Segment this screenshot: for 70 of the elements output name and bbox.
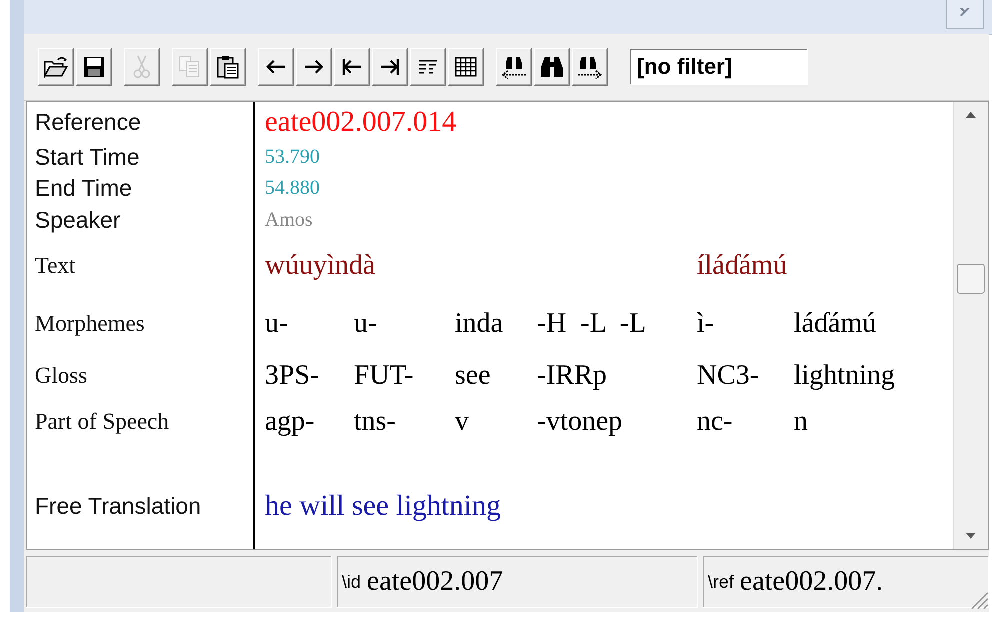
- find-next-button[interactable]: [572, 48, 608, 86]
- gloss: lightning: [794, 360, 896, 392]
- field-label: Reference: [35, 108, 142, 136]
- field-label: Part of Speech: [35, 409, 170, 435]
- part-of-speech: nc-: [697, 406, 733, 438]
- scroll-thumb[interactable]: [957, 264, 985, 294]
- prev-button[interactable]: [258, 48, 294, 86]
- find-prev-button[interactable]: [496, 48, 532, 86]
- clipboard-icon: [216, 55, 240, 79]
- vertical-scrollbar[interactable]: [953, 102, 988, 549]
- columns-icon: [455, 57, 477, 77]
- free-translation: he will see lightning: [265, 490, 501, 522]
- morpheme: u-: [265, 308, 288, 340]
- folder-icon: [44, 56, 68, 78]
- paste-button[interactable]: [210, 48, 246, 86]
- scissors-icon: [133, 55, 151, 79]
- field-label: Gloss: [35, 363, 88, 389]
- copy-icon: [179, 56, 201, 78]
- status-value: eate002.007.: [740, 566, 884, 598]
- last-button[interactable]: [372, 48, 408, 86]
- save-button[interactable]: [76, 48, 112, 86]
- status-marker: \id: [342, 572, 362, 592]
- field-value: Amos: [265, 209, 313, 232]
- find-button[interactable]: [534, 48, 570, 86]
- gloss: FUT-: [354, 360, 414, 392]
- part-of-speech: tns-: [354, 406, 396, 438]
- binoculars-icon: [540, 56, 564, 78]
- word-text: íláɗámú: [697, 250, 788, 282]
- field-value: 53.790: [265, 146, 320, 169]
- list-icon: [418, 58, 438, 76]
- scroll-down-icon[interactable]: [966, 533, 976, 539]
- morpheme: láɗámú: [794, 308, 876, 340]
- first-record-icon: [342, 58, 362, 76]
- status-value: eate002.007: [367, 566, 504, 598]
- status-marker: \ref: [708, 572, 734, 592]
- first-button[interactable]: [334, 48, 370, 86]
- morpheme: -H -L -L: [537, 308, 646, 340]
- part-of-speech: agp-: [265, 406, 315, 438]
- filter-field[interactable]: [no filter]: [630, 49, 808, 85]
- word-text: wúuyìndà: [265, 250, 376, 282]
- field-label: Morphemes: [35, 311, 145, 337]
- close-button[interactable]: [946, 0, 984, 29]
- field-label: End Time: [35, 175, 132, 202]
- part-of-speech: v: [455, 406, 469, 438]
- open-button[interactable]: [38, 48, 74, 86]
- last-record-icon: [380, 58, 400, 76]
- morpheme: u-: [354, 308, 378, 340]
- left-arrow-icon: [266, 60, 286, 74]
- gloss: NC3-: [697, 360, 760, 392]
- columns-button[interactable]: [448, 48, 484, 86]
- next-button[interactable]: [296, 48, 332, 86]
- part-of-speech: -vtonep: [537, 406, 623, 438]
- part-of-speech: n: [794, 406, 808, 438]
- right-arrow-icon: [304, 60, 324, 74]
- field-label: Speaker: [35, 207, 121, 234]
- gloss: see: [455, 360, 491, 392]
- field-value: 54.880: [265, 177, 320, 200]
- field-label: Text: [35, 253, 76, 279]
- morpheme: ì-: [697, 308, 714, 340]
- list-button[interactable]: [410, 48, 446, 86]
- gloss: 3PS-: [265, 360, 320, 392]
- field-label: Free Translation: [35, 492, 202, 520]
- close-icon: [959, 8, 971, 16]
- binoculars-left-arrow-icon: [501, 55, 527, 79]
- field-label: Start Time: [35, 144, 140, 171]
- gloss: -IRRp: [537, 360, 607, 392]
- binoculars-right-arrow-icon: [577, 55, 603, 79]
- field-value: eate002.007.014: [265, 106, 457, 138]
- scroll-up-icon[interactable]: [966, 112, 976, 118]
- morpheme: inda: [455, 308, 504, 340]
